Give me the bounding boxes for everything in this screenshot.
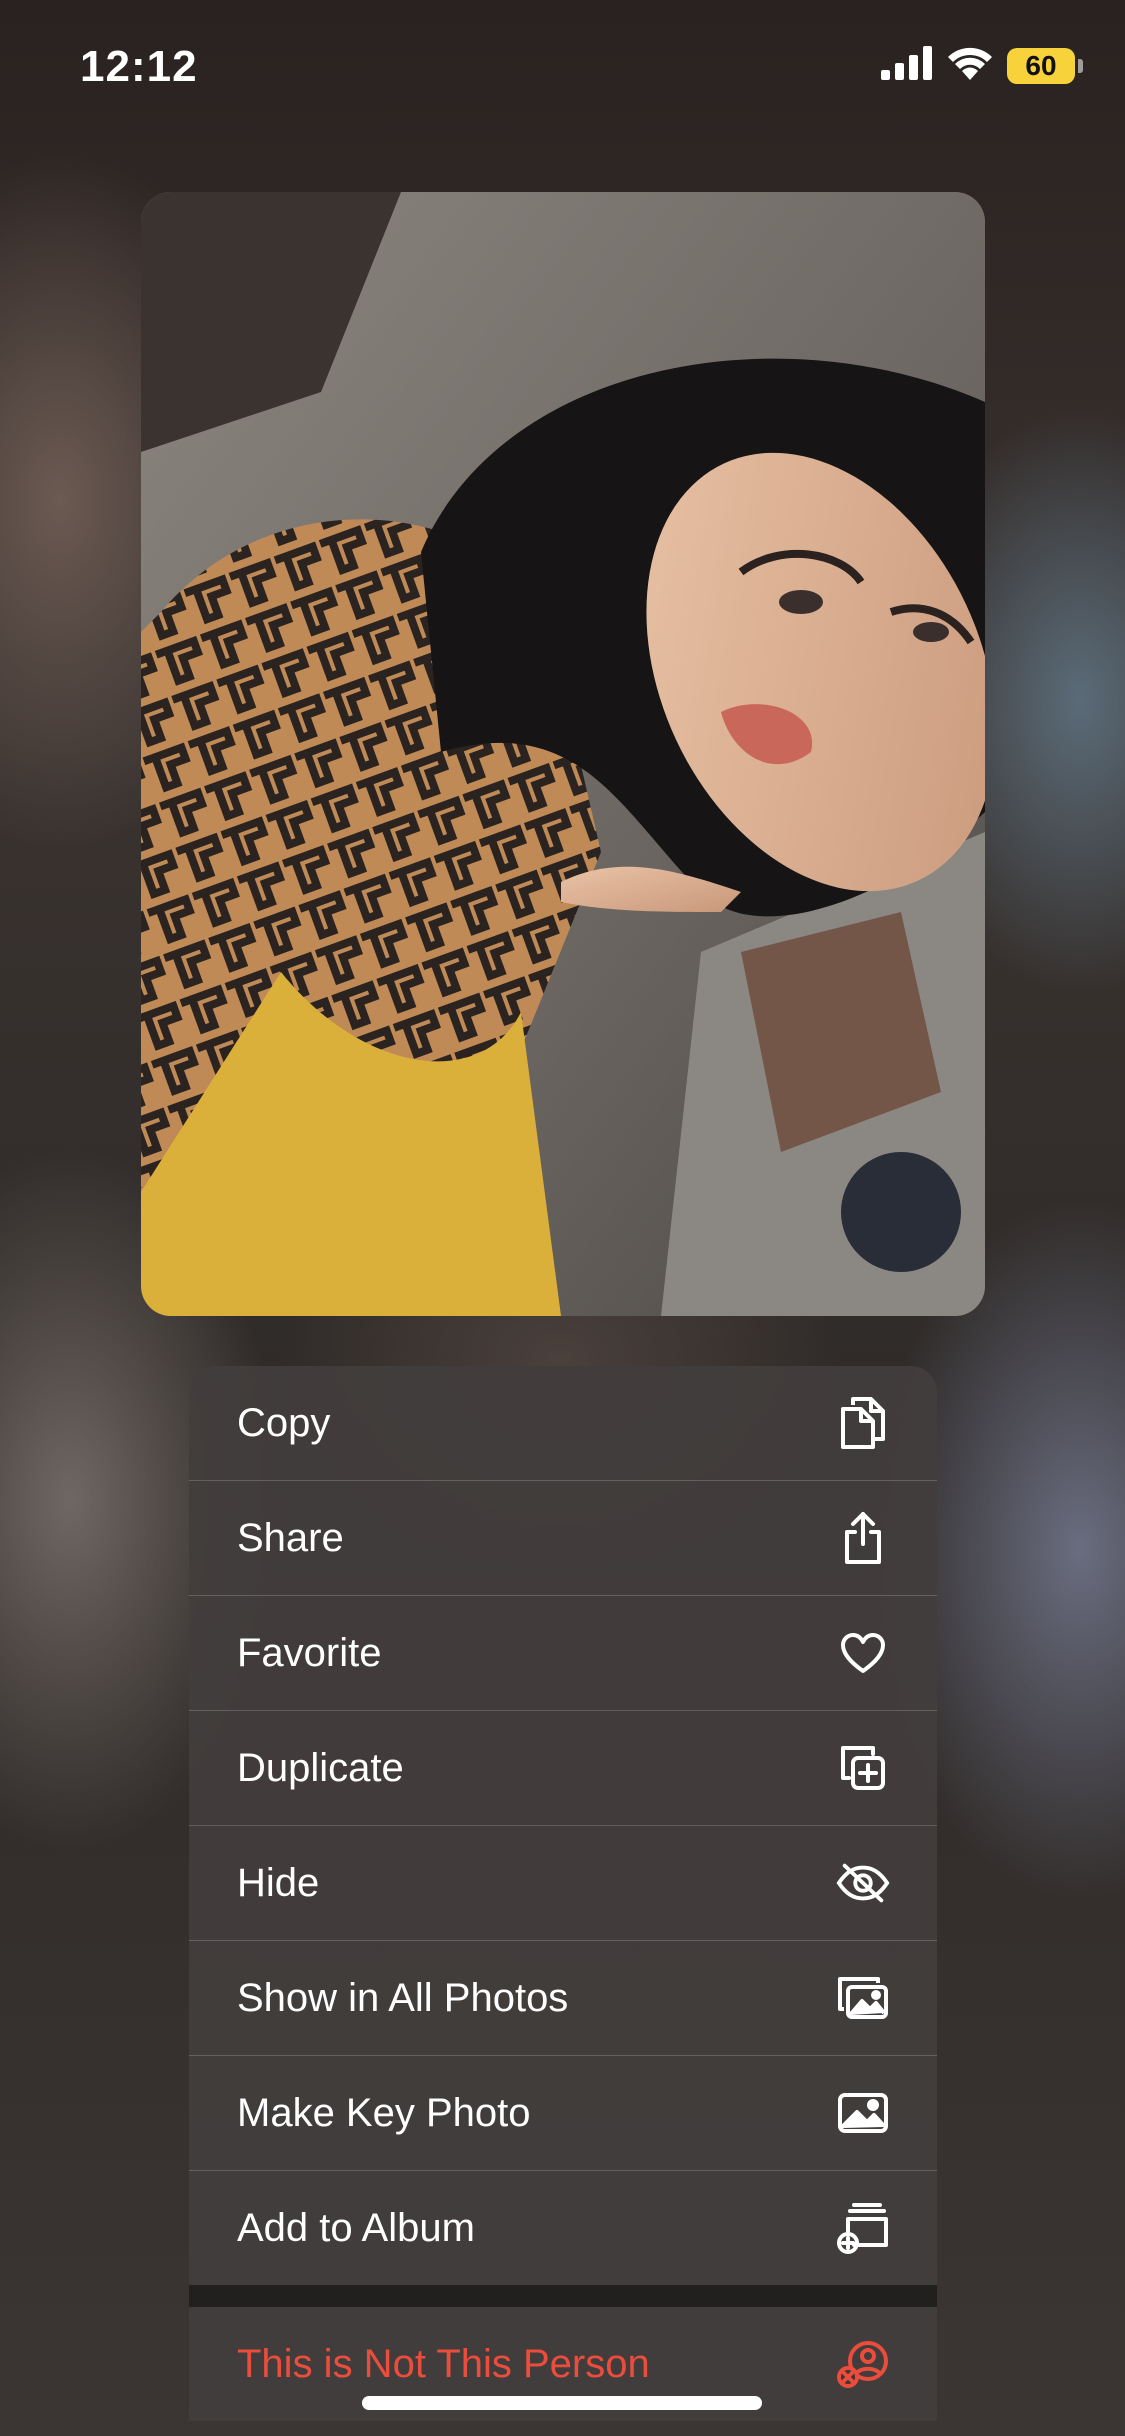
menu-item-label: Share bbox=[237, 1515, 344, 1560]
menu-item-label: Hide bbox=[237, 1860, 320, 1905]
copy-icon bbox=[835, 1395, 891, 1451]
home-indicator[interactable] bbox=[362, 2396, 762, 2410]
cellular-signal-icon bbox=[881, 46, 933, 85]
wifi-icon bbox=[947, 46, 993, 85]
status-bar: 12:12 60 bbox=[0, 0, 1125, 140]
menu-item-label: Copy bbox=[237, 1400, 331, 1445]
menu-item-label: This is Not This Person bbox=[237, 2341, 650, 2386]
menu-item-label: Favorite bbox=[237, 1630, 382, 1675]
share-icon bbox=[835, 1510, 891, 1566]
menu-item-label: Duplicate bbox=[237, 1745, 404, 1790]
duplicate-icon bbox=[835, 1740, 891, 1796]
context-menu: Copy Share Favorite Duplicate Hide Show … bbox=[189, 1366, 937, 2436]
menu-item-share[interactable]: Share bbox=[189, 1481, 937, 1596]
battery-icon: 60 bbox=[1007, 47, 1083, 84]
photo-preview[interactable] bbox=[141, 192, 985, 1316]
menu-item-hide[interactable]: Hide bbox=[189, 1826, 937, 1941]
menu-group-primary: Copy Share Favorite Duplicate Hide Show … bbox=[189, 1366, 937, 2285]
eye-slash-icon bbox=[835, 1855, 891, 1911]
menu-item-favorite[interactable]: Favorite bbox=[189, 1596, 937, 1711]
status-time: 12:12 bbox=[80, 42, 198, 91]
photos-stack-icon bbox=[835, 1970, 891, 2026]
menu-item-add-to-album[interactable]: Add to Album bbox=[189, 2171, 937, 2285]
menu-item-show-in-all-photos[interactable]: Show in All Photos bbox=[189, 1941, 937, 2056]
menu-separator bbox=[189, 2285, 937, 2307]
battery-level: 60 bbox=[1025, 49, 1057, 81]
menu-item-duplicate[interactable]: Duplicate bbox=[189, 1711, 937, 1826]
menu-item-make-key-photo[interactable]: Make Key Photo bbox=[189, 2056, 937, 2171]
person-remove-icon bbox=[835, 2336, 891, 2392]
menu-item-copy[interactable]: Copy bbox=[189, 1366, 937, 1481]
add-to-album-icon bbox=[835, 2200, 891, 2256]
heart-icon bbox=[835, 1625, 891, 1681]
photo-icon bbox=[835, 2085, 891, 2141]
status-icons: 60 bbox=[881, 46, 1083, 85]
menu-item-label: Show in All Photos bbox=[237, 1975, 569, 2020]
menu-item-label: Make Key Photo bbox=[237, 2090, 531, 2135]
menu-item-label: Add to Album bbox=[237, 2205, 475, 2250]
